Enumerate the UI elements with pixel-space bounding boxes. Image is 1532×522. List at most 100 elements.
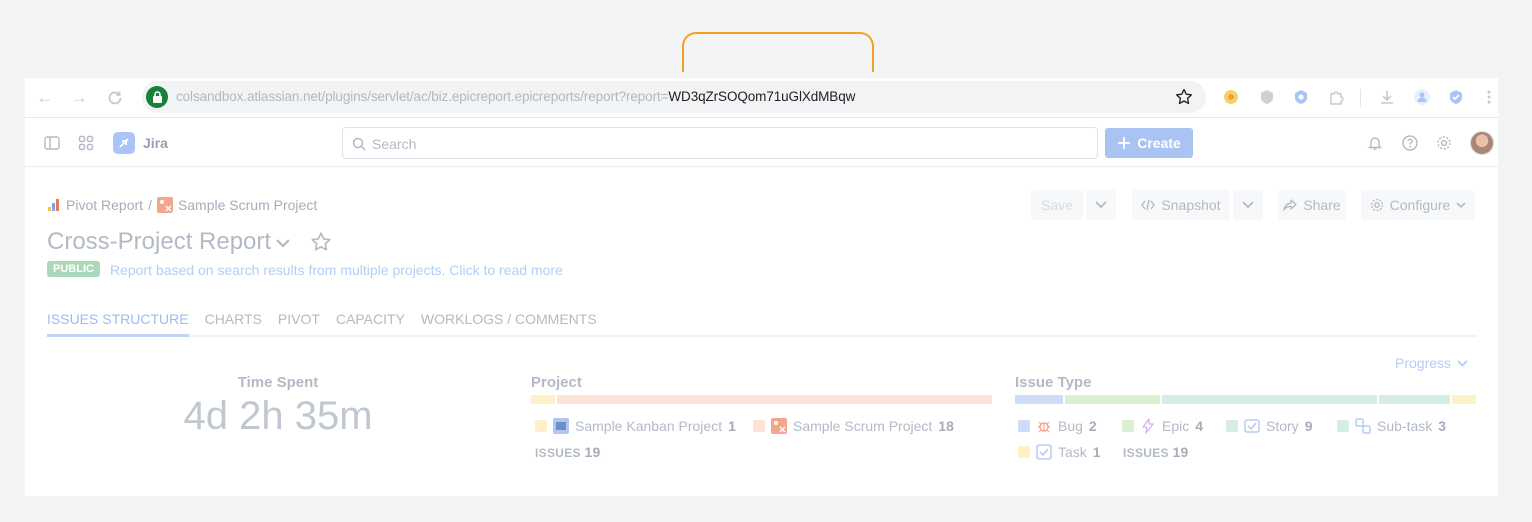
bookmark-star-icon[interactable] (1174, 87, 1194, 112)
configure-button[interactable]: Configure (1361, 190, 1475, 220)
tab-worklogs-comments[interactable]: WORKLOGS / COMMENTS (421, 311, 597, 337)
story-icon (1244, 418, 1260, 434)
legend-count: 3 (1438, 418, 1447, 434)
save-label: Save (1041, 197, 1073, 213)
bar-segment (557, 395, 992, 404)
scrum-project-icon (771, 418, 787, 434)
title-chevron-down-icon[interactable] (275, 235, 291, 253)
snapshot-dropdown-chevron-icon[interactable] (1233, 190, 1263, 220)
toolbar-divider (1360, 89, 1361, 107)
report-tabs: ISSUES STRUCTURE CHARTS PIVOT CAPACITY W… (47, 311, 1477, 337)
chevron-down-icon (1457, 359, 1468, 367)
save-dropdown-chevron-icon[interactable] (1086, 190, 1116, 220)
legend-item-task[interactable]: Task 1 (1018, 444, 1101, 460)
project-distribution-bar (531, 395, 992, 404)
download-icon[interactable] (1378, 88, 1396, 106)
breadcrumb: Pivot Report / Sample Scrum Project (47, 197, 317, 213)
back-icon[interactable]: ← (33, 86, 57, 110)
issues-count: 19 (1172, 444, 1189, 460)
share-button[interactable]: Share (1278, 190, 1346, 220)
url-highlight: WD3qZrSOQom71uGlXdMBqw (668, 89, 856, 104)
plus-icon (1118, 137, 1131, 149)
legend-item-subtask[interactable]: Sub-task 3 (1337, 418, 1446, 434)
search-input[interactable]: Search (342, 127, 1098, 159)
search-icon (352, 137, 366, 151)
create-label: Create (1137, 135, 1181, 151)
notifications-bell-icon[interactable] (1366, 134, 1384, 152)
legend-label: Bug (1058, 418, 1083, 434)
tab-issues-structure[interactable]: ISSUES STRUCTURE (47, 311, 189, 337)
tab-pivot[interactable]: PIVOT (278, 311, 320, 337)
legend-item-story[interactable]: Story 9 (1226, 418, 1312, 434)
app-switcher-icon[interactable] (77, 134, 95, 152)
app-name[interactable]: Jira (143, 135, 168, 151)
help-icon[interactable] (1401, 134, 1419, 152)
extension-icon[interactable] (1292, 88, 1310, 106)
legend-label: Epic (1162, 418, 1190, 434)
progress-label: Progress (1395, 355, 1452, 371)
legend-count: 9 (1304, 418, 1313, 434)
address-bar[interactable]: colsandbox.atlassian.net/plugins/servlet… (142, 81, 1206, 113)
favorite-star-icon[interactable] (310, 231, 332, 258)
code-icon (1141, 199, 1156, 211)
url-prefix: colsandbox.atlassian.net/plugins/servlet… (176, 89, 669, 104)
legend-label: Task (1058, 444, 1087, 460)
progress-dropdown[interactable]: Progress (1395, 355, 1468, 371)
legend-count: 1 (1092, 444, 1101, 460)
report-description-link[interactable]: Report based on search results from mult… (110, 262, 563, 278)
legend-label: Sample Kanban Project (575, 418, 723, 434)
legend-count: 1 (728, 418, 736, 434)
legend-item-bug[interactable]: Bug 2 (1018, 418, 1097, 434)
time-spent-label: Time Spent (237, 374, 319, 391)
issues-count: 19 (584, 444, 601, 460)
legend-count: 2 (1088, 418, 1097, 434)
highlight-frame (682, 32, 874, 72)
tab-capacity[interactable]: CAPACITY (336, 311, 405, 337)
legend-item-kanban[interactable]: Sample Kanban Project 1 (535, 418, 736, 434)
extension-icon[interactable] (1222, 88, 1240, 106)
issue-type-issues-total: ISSUES 19 (1123, 444, 1189, 460)
legend-swatch (1226, 420, 1238, 432)
bar-segment (1378, 395, 1451, 404)
issue-type-distribution-bar (1015, 395, 1476, 404)
create-button[interactable]: Create (1105, 128, 1193, 158)
url-text[interactable]: colsandbox.atlassian.net/plugins/servlet… (176, 89, 855, 104)
bug-icon (1036, 418, 1052, 434)
project-avatar-icon (156, 197, 173, 213)
browser-toolbar: ← → colsandbox.atlassian.net/plugins/ser… (25, 78, 1498, 118)
sidebar-toggle-icon[interactable] (43, 134, 61, 152)
puzzle-icon[interactable] (1327, 88, 1345, 106)
profile-icon[interactable] (1413, 88, 1431, 106)
shield-check-icon[interactable] (1447, 88, 1465, 106)
jira-top-nav: Jira Search Create (25, 119, 1498, 167)
report-title[interactable]: Cross-Project Report (47, 228, 271, 256)
legend-item-scrum[interactable]: Sample Scrum Project 18 (753, 418, 954, 434)
legend-swatch (1337, 420, 1349, 432)
bar-segment (1452, 395, 1476, 404)
time-spent-value: 4d 2h 35m (183, 394, 373, 438)
user-avatar[interactable] (1470, 131, 1494, 155)
bar-segment (1064, 395, 1161, 404)
save-button[interactable]: Save (1031, 190, 1083, 220)
breadcrumb-project[interactable]: Sample Scrum Project (178, 197, 317, 213)
kanban-project-icon (553, 418, 569, 434)
bar-segment (1162, 395, 1377, 404)
breadcrumb-pivot-report[interactable]: Pivot Report (66, 197, 143, 213)
menu-kebab-icon[interactable] (1480, 88, 1498, 106)
extension-icon[interactable] (1258, 88, 1276, 106)
project-issues-total: ISSUES 19 (535, 444, 601, 460)
lock-icon[interactable] (146, 86, 168, 108)
configure-gear-icon (1370, 198, 1383, 212)
legend-swatch (535, 420, 547, 432)
epic-icon (1140, 418, 1156, 434)
issues-label: ISSUES (1123, 446, 1169, 460)
snapshot-label: Snapshot (1161, 197, 1221, 213)
tab-charts[interactable]: CHARTS (205, 311, 262, 337)
settings-gear-icon[interactable] (1435, 134, 1453, 152)
snapshot-button[interactable]: Snapshot (1132, 190, 1230, 220)
reload-icon[interactable] (103, 86, 127, 110)
jira-logo-icon[interactable] (113, 132, 135, 154)
forward-icon[interactable]: → (67, 86, 91, 110)
legend-item-epic[interactable]: Epic 4 (1122, 418, 1203, 434)
legend-swatch (753, 420, 765, 432)
